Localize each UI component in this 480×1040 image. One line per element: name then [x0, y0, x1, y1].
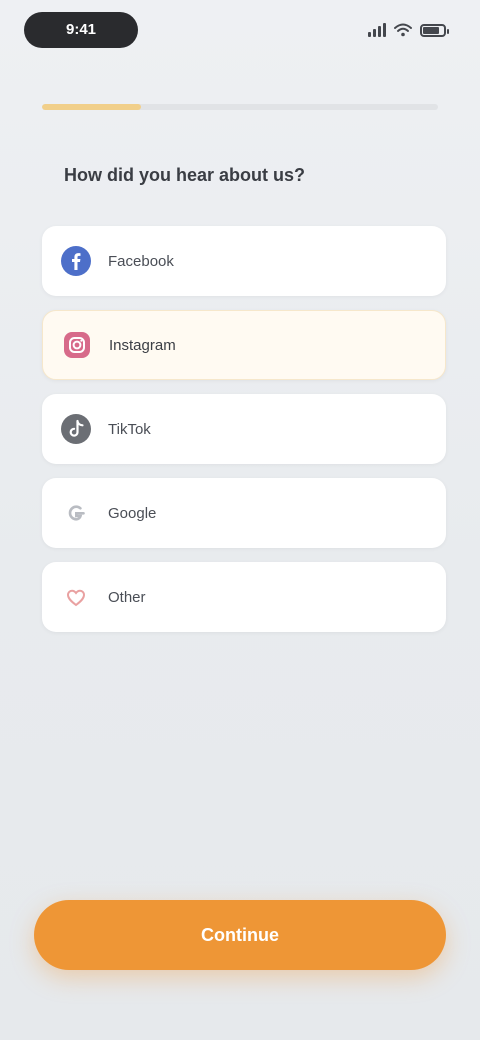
wifi-icon	[394, 23, 412, 37]
option-label: Other	[108, 588, 146, 606]
status-icons	[368, 20, 449, 40]
tiktok-icon	[60, 413, 92, 445]
option-instagram[interactable]: Instagram	[42, 310, 446, 380]
facebook-icon	[60, 245, 92, 277]
signal-icon	[368, 23, 386, 37]
option-label: Facebook	[108, 252, 174, 270]
instagram-icon	[61, 329, 93, 361]
status-time-pill: 9:41	[24, 12, 138, 48]
option-other[interactable]: Other	[42, 562, 446, 632]
option-tiktok[interactable]: TikTok	[42, 394, 446, 464]
progress-bar	[42, 104, 438, 110]
continue-button[interactable]: Continue	[34, 900, 446, 970]
progress-fill	[42, 104, 141, 110]
option-label: TikTok	[108, 420, 151, 438]
status-time: 9:41	[65, 21, 97, 38]
option-facebook[interactable]: Facebook	[42, 226, 446, 296]
google-icon	[60, 497, 92, 529]
heart-icon	[60, 581, 92, 613]
question-title: How did you hear about us?	[64, 165, 306, 185]
status-bar: 9:41	[0, 0, 480, 64]
battery-icon	[420, 23, 449, 37]
option-google[interactable]: Google	[42, 478, 446, 548]
option-label: Google	[108, 504, 157, 522]
option-label: Instagram	[109, 336, 176, 354]
options-list: Facebook Instagram TikTok Google Other	[42, 226, 446, 646]
